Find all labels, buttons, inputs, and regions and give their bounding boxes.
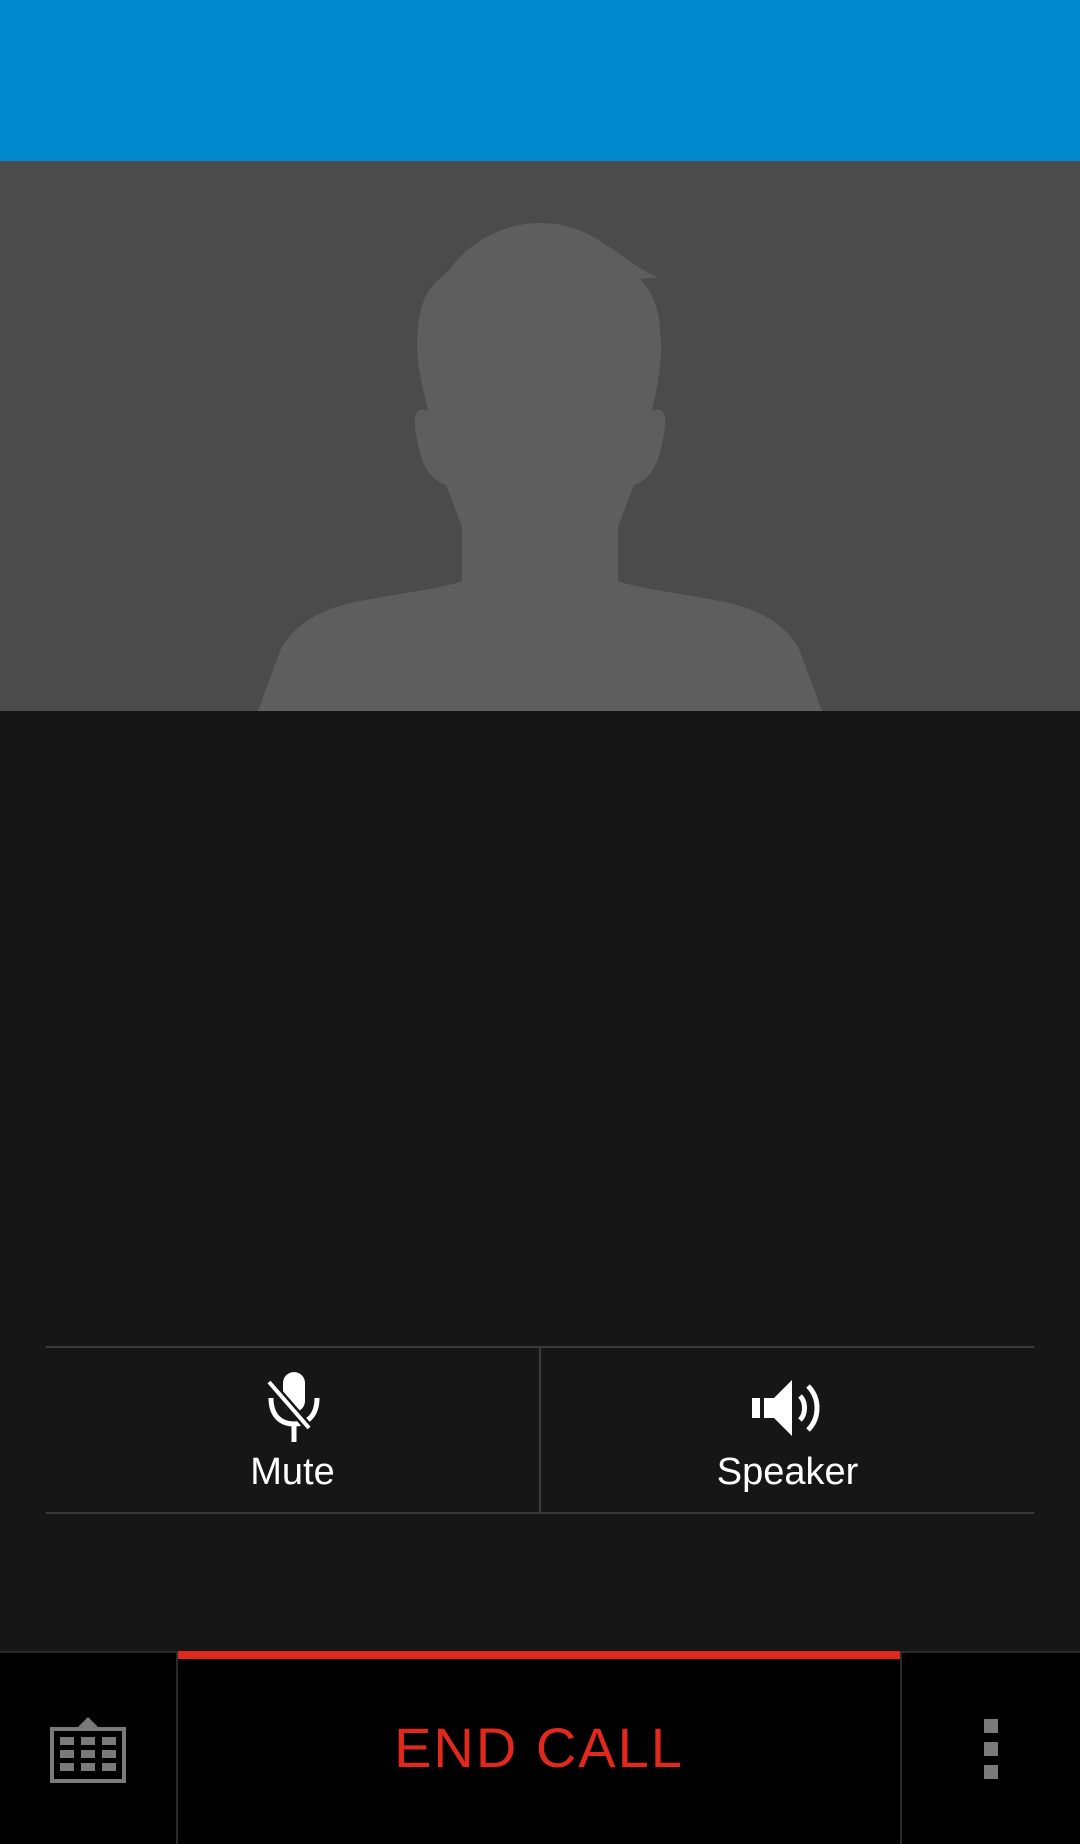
- dialpad-icon: [50, 1716, 126, 1783]
- bottom-action-bar: END CALL: [0, 1651, 1080, 1844]
- speaker-button[interactable]: Speaker: [539, 1348, 1034, 1512]
- dialpad-button[interactable]: [0, 1653, 178, 1844]
- speaker-icon: [748, 1368, 828, 1448]
- mute-button[interactable]: Mute: [46, 1348, 539, 1512]
- speaker-label: Speaker: [716, 1451, 859, 1493]
- in-call-screen: Mute Speaker END CALL: [0, 0, 1080, 1844]
- end-call-button[interactable]: END CALL: [178, 1651, 900, 1844]
- mute-label: Mute: [250, 1451, 335, 1493]
- end-call-label: END CALL: [394, 1716, 684, 1779]
- more-vert-icon: [984, 1718, 998, 1779]
- person-silhouette-icon: [258, 223, 822, 711]
- contact-photo: [0, 161, 1080, 711]
- call-controls: Mute Speaker: [46, 1346, 1034, 1514]
- overflow-menu-button[interactable]: [900, 1653, 1080, 1844]
- mic-off-icon: [253, 1368, 333, 1448]
- call-header: [0, 0, 1080, 161]
